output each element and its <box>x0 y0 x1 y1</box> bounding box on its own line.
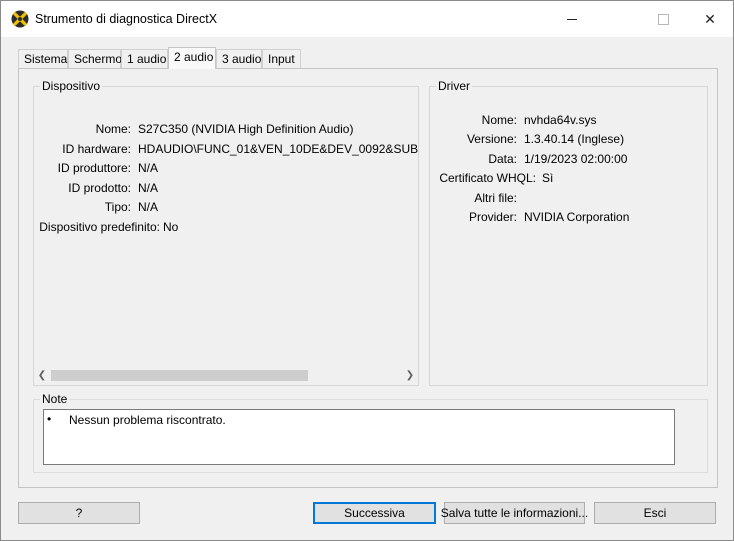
note-item: Nessun problema riscontrato. <box>69 413 226 427</box>
save-all-info-button[interactable]: Salva tutte le informazioni... <box>441 502 588 524</box>
manufacturer-id-label: ID produttore: <box>57 161 131 175</box>
default-device-label: Dispositivo predefinito: <box>39 220 160 234</box>
default-device-value: No <box>163 220 179 234</box>
note-bullet: • <box>47 412 52 426</box>
tab-sistema[interactable]: Sistema <box>18 49 68 68</box>
device-name-value: S27C350 (NVIDIA High Definition Audio) <box>138 122 354 136</box>
provider-value: NVIDIA Corporation <box>524 210 630 224</box>
exit-button[interactable]: Esci <box>594 502 716 524</box>
device-group-label: Dispositivo <box>40 79 103 93</box>
device-horizontal-scrollbar[interactable]: ❮ ❯ <box>34 367 418 384</box>
driver-name-label: Nome: <box>481 113 517 127</box>
driver-version-label: Versione: <box>466 132 517 146</box>
whql-value: Sì <box>542 171 554 185</box>
tab-panel: Dispositivo Nome: S27C350 (NVIDIA High D… <box>18 68 718 488</box>
driver-date-label: Data: <box>488 152 517 166</box>
maximize-button[interactable] <box>641 1 685 37</box>
scroll-right-arrow-icon[interactable]: ❯ <box>402 367 418 384</box>
minimize-icon <box>567 18 577 20</box>
notes-textbox[interactable]: • Nessun problema riscontrato. <box>43 409 675 465</box>
scrollbar-thumb[interactable] <box>51 370 308 381</box>
driver-group-label: Driver <box>436 79 472 93</box>
hardware-id-label: ID hardware: <box>62 142 131 156</box>
provider-label: Provider: <box>468 210 517 224</box>
tab-3-audio[interactable]: 3 audio <box>216 49 262 68</box>
close-icon: ✕ <box>704 10 716 27</box>
driver-group: Driver Nome: nvhda64v.sys Versione: 1.3.… <box>429 79 708 386</box>
product-id-value: N/A <box>138 181 159 195</box>
tab-2-audio[interactable]: 2 audio <box>168 47 216 69</box>
tab-1-audio[interactable]: 1 audio <box>121 49 168 68</box>
tab-schermo[interactable]: Schermo <box>68 49 122 68</box>
minimize-button[interactable] <box>549 1 595 37</box>
window-title: Strumento di diagnostica DirectX <box>35 12 218 26</box>
whql-label: Certificato WHQL: <box>439 171 536 185</box>
scroll-left-arrow-icon[interactable]: ❮ <box>34 367 50 384</box>
device-name-label: Nome: <box>95 122 131 136</box>
title-bar[interactable]: Strumento di diagnostica DirectX ✕ <box>1 1 733 37</box>
driver-date-value: 1/19/2023 02:00:00 <box>524 152 628 166</box>
notes-group-label: Note <box>40 392 70 406</box>
driver-version-value: 1.3.40.14 (Inglese) <box>524 132 625 146</box>
driver-name-value: nvhda64v.sys <box>524 113 597 127</box>
hardware-id-value: HDAUDIO\FUNC_01&VEN_10DE&DEV_0092&SUBSYS… <box>138 142 418 156</box>
type-label: Tipo: <box>104 200 131 214</box>
maximize-icon <box>657 13 669 25</box>
product-id-label: ID prodotto: <box>68 181 131 195</box>
close-button[interactable]: ✕ <box>687 1 733 37</box>
next-button[interactable]: Successiva <box>313 502 436 524</box>
help-button[interactable]: ? <box>18 502 140 524</box>
device-group: Dispositivo Nome: S27C350 (NVIDIA High D… <box>33 79 419 386</box>
manufacturer-id-value: N/A <box>138 161 159 175</box>
other-files-label: Altri file: <box>474 191 517 205</box>
type-value: N/A <box>138 200 159 214</box>
directx-icon <box>11 10 29 28</box>
directx-diagnostic-window: Strumento di diagnostica DirectX ✕ Siste… <box>0 0 734 541</box>
tab-input[interactable]: Input <box>262 49 301 68</box>
